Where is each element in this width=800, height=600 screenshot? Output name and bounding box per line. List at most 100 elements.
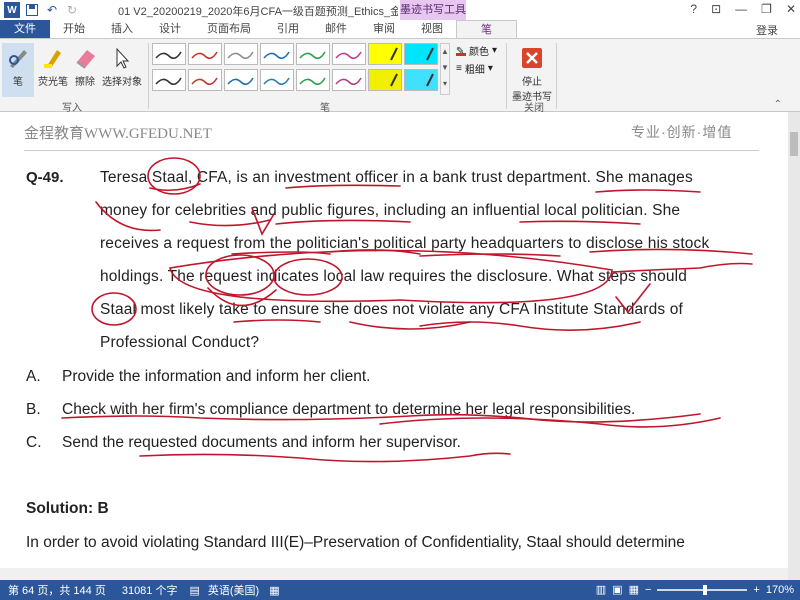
pen-swatch[interactable] <box>332 69 366 91</box>
pen-swatch[interactable] <box>152 43 186 65</box>
ribbon: 笔 荧光笔 擦除 选择对象 写入 ▲ ▼ ▾ ✎ 颜色 ▾ ≡ 粗细 ▾ 笔 停止 墨迹… <box>0 38 800 114</box>
option-letter: A. <box>26 368 41 385</box>
pen-swatch-icon <box>155 51 182 60</box>
window-title: 01 V2_20200219_2020年6月CFA一级百题预测_Ethics_金… <box>118 6 398 18</box>
pen-swatch-icon <box>335 77 362 86</box>
header-right: 专业·创新·增值 <box>631 124 733 140</box>
horizontal-scrollbar[interactable] <box>0 568 788 580</box>
question-line: Professional Conduct? <box>100 334 260 351</box>
pen-swatch[interactable] <box>296 69 330 91</box>
pen-icon <box>3 43 33 73</box>
zoom-level[interactable]: 170% <box>766 584 794 596</box>
tab-review[interactable]: 审阅 <box>360 20 408 38</box>
option-text: Send the requested documents and inform … <box>62 434 461 451</box>
pen-swatch-icon <box>191 51 218 60</box>
select-objects-button[interactable]: 选择对象 <box>100 43 144 88</box>
tab-references[interactable]: 引用 <box>264 20 312 38</box>
pen-swatch[interactable] <box>332 43 366 65</box>
word-app-icon: W <box>4 2 20 18</box>
highlighter-tool-button[interactable]: 荧光笔 <box>38 43 68 88</box>
pen-swatch[interactable] <box>188 69 222 91</box>
title-bar: W ↶ ↻ 01 V2_20200219_2020年6月CFA一级百题预测_Et… <box>0 0 800 20</box>
pen-swatch[interactable] <box>368 69 402 91</box>
save-icon[interactable] <box>24 2 40 18</box>
redo-icon[interactable]: ↻ <box>64 2 80 18</box>
minimize-icon[interactable]: — <box>735 2 747 16</box>
zoom-slider[interactable] <box>657 584 748 595</box>
tab-file[interactable]: 文件 <box>0 20 50 38</box>
tab-mailings[interactable]: 邮件 <box>312 20 360 38</box>
pen-swatch[interactable] <box>368 43 402 65</box>
pen-swatch[interactable] <box>188 43 222 65</box>
tab-home[interactable]: 开始 <box>50 20 98 38</box>
tab-design[interactable]: 设计 <box>146 20 194 38</box>
ink-wave <box>379 417 721 428</box>
solution-title: Solution: B <box>26 500 109 517</box>
undo-icon[interactable]: ↶ <box>44 2 60 18</box>
pen-color-label: 颜色 <box>469 47 489 58</box>
solution-text: In order to avoid violating Standard III… <box>26 534 685 551</box>
stop-inking-button[interactable]: 停止 墨迹书写 <box>510 43 554 103</box>
pen-thickness-label: 粗细 <box>464 65 485 76</box>
gallery-scroll[interactable]: ▲ ▼ ▾ <box>440 43 450 95</box>
ink-underline <box>595 189 701 193</box>
pen-swatch[interactable] <box>404 69 438 91</box>
zoom-out-icon[interactable]: − <box>645 584 651 596</box>
zoom-slider-knob[interactable] <box>703 584 708 595</box>
word-count[interactable]: 31081 个字 <box>122 582 178 598</box>
ink-wave <box>419 321 641 331</box>
pen-swatch[interactable] <box>224 43 258 65</box>
document-page[interactable]: 金程教育WWW.GFEDU.NET 专业·创新·增值 Q-49. Teresa … <box>0 122 788 580</box>
macro-icon[interactable]: ▦ <box>269 584 279 597</box>
pen-color-button[interactable]: ✎ 颜色 ▾ <box>456 43 497 58</box>
web-layout-icon[interactable]: ▦ <box>629 583 639 596</box>
vertical-scrollbar[interactable] <box>788 112 800 580</box>
pen-swatch-icon <box>263 77 290 86</box>
tab-view[interactable]: 视图 <box>408 20 456 38</box>
page-count[interactable]: 第 64 页，共 144 页 <box>8 582 106 598</box>
header-divider <box>24 150 759 151</box>
help-icon[interactable]: ? <box>690 2 697 16</box>
question-line: Staal most likely take to ensure she doe… <box>100 301 683 318</box>
ribbon-options-icon[interactable]: ⊡ <box>711 2 721 16</box>
pen-tool-button[interactable]: 笔 <box>2 43 34 97</box>
pen-swatch[interactable] <box>260 69 294 91</box>
eraser-tool-label: 擦除 <box>75 77 95 88</box>
highlighter-icon <box>38 43 68 73</box>
scroll-thumb[interactable] <box>790 132 798 156</box>
login-link[interactable]: 登录 <box>756 22 778 38</box>
proofing-icon[interactable]: ▤ <box>189 584 199 597</box>
zoom-in-icon[interactable]: + <box>753 584 759 596</box>
pen-color-icon: ✎ <box>456 45 466 57</box>
pen-thickness-button[interactable]: ≡ 粗细 ▾ <box>456 61 493 76</box>
restore-icon[interactable]: ❐ <box>761 2 772 16</box>
pen-swatch[interactable] <box>224 69 258 91</box>
pen-swatch[interactable] <box>260 43 294 65</box>
option-letter: C. <box>26 434 42 451</box>
tab-insert[interactable]: 插入 <box>98 20 146 38</box>
question-line: holdings. The request indicates local la… <box>100 268 687 285</box>
pen-swatch[interactable] <box>296 43 330 65</box>
close-icon[interactable]: ✕ <box>786 2 796 16</box>
tab-pens[interactable]: 笔 <box>456 20 517 38</box>
pen-swatch-icon <box>335 51 362 60</box>
tab-page-layout[interactable]: 页面布局 <box>194 20 264 38</box>
option-text: Check with her firm's compliance departm… <box>62 401 636 418</box>
pen-swatch[interactable] <box>152 69 186 91</box>
ribbon-separator <box>148 43 149 109</box>
question-line: Teresa Staal, CFA, is an investment offi… <box>100 169 693 186</box>
pen-swatch-icon <box>191 77 218 86</box>
highlighter-swatch-icon <box>390 47 398 61</box>
language[interactable]: 英语(美国) <box>208 582 259 598</box>
thickness-icon: ≡ <box>456 63 462 74</box>
pen-tool-label: 笔 <box>13 77 23 88</box>
read-mode-icon[interactable]: ▥ <box>596 583 606 596</box>
print-layout-icon[interactable]: ▣ <box>612 583 622 596</box>
ruler <box>0 112 788 122</box>
collapse-ribbon-icon[interactable]: ⌃ <box>774 99 782 110</box>
highlighter-swatch-icon <box>426 47 434 61</box>
pen-swatch-icon <box>299 51 326 60</box>
eraser-tool-button[interactable]: 擦除 <box>72 43 98 88</box>
pen-swatch[interactable] <box>404 43 438 65</box>
option-letter: B. <box>26 401 41 418</box>
